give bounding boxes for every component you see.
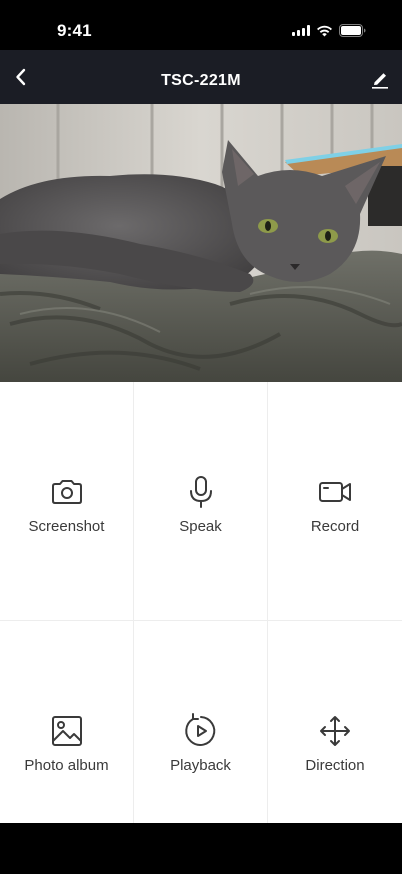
playback-button[interactable]: Playback	[134, 621, 268, 823]
camera-live-view[interactable]	[0, 104, 402, 382]
direction-button[interactable]: Direction	[268, 621, 402, 823]
image-icon	[51, 716, 82, 746]
status-bar: 9:41	[0, 0, 402, 50]
home-indicator-area	[0, 823, 402, 874]
camera-icon	[51, 480, 82, 504]
photo-album-button[interactable]: Photo album	[0, 621, 134, 823]
wifi-icon	[317, 25, 332, 36]
speak-button[interactable]: Speak	[134, 382, 268, 621]
cellular-signal-icon	[292, 25, 310, 36]
photo-album-label: Photo album	[24, 757, 109, 774]
speak-label: Speak	[179, 518, 222, 535]
record-button[interactable]: Record	[268, 382, 402, 621]
screenshot-label: Screenshot	[28, 518, 105, 535]
edit-pencil-icon[interactable]	[370, 70, 390, 90]
status-time: 9:41	[57, 21, 92, 40]
device-title: TSC-221M	[161, 72, 241, 89]
battery-icon	[339, 24, 366, 37]
microphone-icon	[189, 476, 212, 508]
record-label: Record	[310, 518, 360, 535]
video-camera-icon	[319, 482, 351, 502]
direction-label: Direction	[305, 757, 365, 774]
screenshot-button[interactable]: Screenshot	[0, 382, 134, 621]
playback-icon	[184, 713, 215, 746]
navigation-bar: TSC-221M	[0, 50, 402, 104]
camera-feed-image	[0, 104, 402, 382]
playback-label: Playback	[170, 757, 231, 774]
status-icons	[292, 24, 366, 37]
move-arrows-icon	[320, 716, 350, 746]
actions-grid: Screenshot Speak Record Photo album Play…	[0, 382, 402, 823]
